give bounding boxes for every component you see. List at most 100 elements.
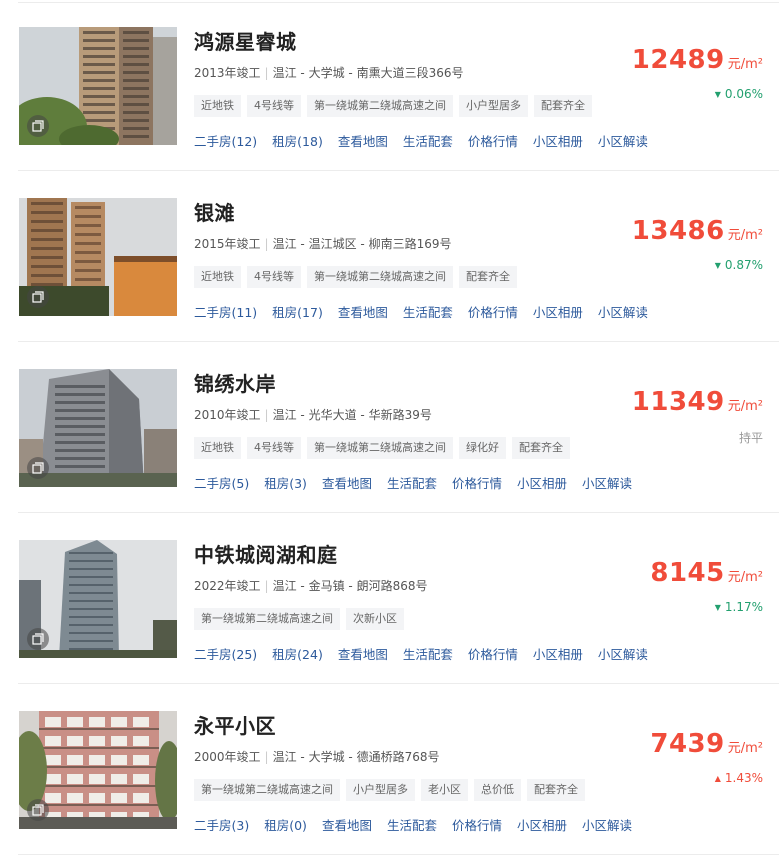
album-icon[interactable] (27, 115, 49, 137)
feature-tag: 老小区 (421, 779, 468, 801)
analysis-link[interactable]: 小区解读 (582, 476, 632, 491)
rent-link[interactable]: 租房(3) (264, 476, 307, 491)
average-price: 11349 元/m² (632, 387, 763, 417)
info-dash: - (296, 237, 309, 251)
second-hand-link[interactable]: 二手房(5) (194, 476, 249, 491)
rent-link[interactable]: 租房(0) (264, 818, 307, 833)
price-unit: 元/m² (727, 57, 763, 72)
completion-year: 2015年竣工 (194, 237, 261, 251)
amenities-link[interactable]: 生活配套 (403, 134, 453, 149)
map-link[interactable]: 查看地图 (322, 476, 372, 491)
district-link[interactable]: 温江 (273, 579, 297, 593)
analysis-link[interactable]: 小区解读 (598, 647, 648, 662)
completion-year: 2010年竣工 (194, 408, 261, 422)
community-photo[interactable] (19, 27, 177, 145)
second-hand-link[interactable]: 二手房(12) (194, 134, 257, 149)
district-link[interactable]: 温江 (273, 408, 297, 422)
feature-tag: 配套齐全 (459, 266, 517, 288)
feature-tag: 配套齐全 (512, 437, 570, 459)
amenities-link[interactable]: 生活配套 (403, 305, 453, 320)
price-trend-link[interactable]: 价格行情 (468, 305, 518, 320)
map-link[interactable]: 查看地图 (338, 647, 388, 662)
amenities-link[interactable]: 生活配套 (387, 476, 437, 491)
album-link[interactable]: 小区相册 (517, 476, 567, 491)
feature-tags: 第一绕城第二绕城高速之间 次新小区 (194, 607, 410, 630)
album-link[interactable]: 小区相册 (533, 305, 583, 320)
amenities-link[interactable]: 生活配套 (403, 647, 453, 662)
amenities-link[interactable]: 生活配套 (387, 818, 437, 833)
area-link[interactable]: 大学城 (309, 750, 345, 764)
second-hand-link[interactable]: 二手房(11) (194, 305, 257, 320)
feature-tag: 4号线等 (247, 266, 301, 288)
rent-link[interactable]: 租房(24) (272, 647, 323, 662)
average-price: 13486 元/m² (632, 216, 763, 246)
community-item: 银滩 2015年竣工 | 温江 - 温江城区 - 柳南三路169号 近地铁 4号线等 第一绕… (0, 171, 779, 342)
album-icon[interactable] (27, 286, 49, 308)
area-link[interactable]: 金马镇 (309, 579, 345, 593)
album-icon[interactable] (27, 628, 49, 650)
district-link[interactable]: 温江 (273, 66, 297, 80)
info-dash: - (296, 66, 309, 80)
street-address: 德通桥路768号 (356, 750, 440, 764)
district-link[interactable]: 温江 (273, 237, 297, 251)
price-unit: 元/m² (727, 399, 763, 414)
analysis-link[interactable]: 小区解读 (598, 134, 648, 149)
album-link[interactable]: 小区相册 (517, 818, 567, 833)
community-photo[interactable] (19, 540, 177, 658)
community-name[interactable]: 锦绣水岸 (194, 368, 276, 397)
community-info: 2015年竣工 | 温江 - 温江城区 - 柳南三路169号 (194, 235, 451, 252)
feature-tags: 近地铁 4号线等 第一绕城第二绕城高速之间 小户型居多 配套齐全 (194, 94, 598, 117)
community-photo[interactable] (19, 198, 177, 316)
info-dash: - (296, 750, 309, 764)
map-link[interactable]: 查看地图 (338, 305, 388, 320)
album-link[interactable]: 小区相册 (533, 647, 583, 662)
map-link[interactable]: 查看地图 (338, 134, 388, 149)
community-links: 二手房(25) 租房(24) 查看地图 生活配套 价格行情 小区相册 小区解读 (194, 644, 663, 663)
community-name[interactable]: 永平小区 (194, 710, 276, 739)
feature-tag: 近地铁 (194, 95, 241, 117)
area-link[interactable]: 光华大道 (309, 408, 357, 422)
street-address: 柳南三路169号 (368, 237, 452, 251)
feature-tag: 第一绕城第二绕城高速之间 (194, 608, 340, 630)
analysis-link[interactable]: 小区解读 (598, 305, 648, 320)
area-link[interactable]: 大学城 (309, 66, 345, 80)
community-name[interactable]: 鸿源星睿城 (194, 26, 297, 55)
album-link[interactable]: 小区相册 (533, 134, 583, 149)
community-item: 永平小区 2000年竣工 | 温江 - 大学城 - 德通桥路768号 第一绕城第二绕城高… (0, 684, 779, 855)
rent-link[interactable]: 租房(17) (272, 305, 323, 320)
analysis-link[interactable]: 小区解读 (582, 818, 632, 833)
street-address: 华新路39号 (368, 408, 432, 422)
second-hand-link[interactable]: 二手房(25) (194, 647, 257, 662)
community-info: 2022年竣工 | 温江 - 金马镇 - 朗河路868号 (194, 577, 427, 594)
community-photo[interactable] (19, 369, 177, 487)
rent-link[interactable]: 租房(18) (272, 134, 323, 149)
price-value: 13486 (631, 216, 725, 246)
area-link[interactable]: 温江城区 (309, 237, 357, 251)
price-change: ▼ 1.17% (715, 600, 763, 614)
feature-tag: 小户型居多 (459, 95, 528, 117)
price-trend-link[interactable]: 价格行情 (468, 134, 518, 149)
album-icon[interactable] (27, 457, 49, 479)
feature-tag: 绿化好 (459, 437, 506, 459)
feature-tags: 近地铁 4号线等 第一绕城第二绕城高速之间 配套齐全 (194, 265, 523, 288)
district-link[interactable]: 温江 (273, 750, 297, 764)
price-trend-link[interactable]: 价格行情 (452, 476, 502, 491)
community-name[interactable]: 中铁城阅湖和庭 (194, 539, 338, 568)
community-photo[interactable] (19, 711, 177, 829)
second-hand-link[interactable]: 二手房(3) (194, 818, 249, 833)
price-change-value: 持平 (738, 431, 763, 445)
arrow-down-icon: ▼ (714, 261, 721, 270)
map-link[interactable]: 查看地图 (322, 818, 372, 833)
community-name[interactable]: 银滩 (194, 197, 235, 226)
price-trend-link[interactable]: 价格行情 (468, 647, 518, 662)
arrow-up-icon: ▲ (714, 774, 721, 783)
feature-tags: 近地铁 4号线等 第一绕城第二绕城高速之间 绿化好 配套齐全 (194, 436, 576, 459)
info-dash: - (344, 579, 357, 593)
feature-tag: 近地铁 (194, 266, 241, 288)
price-value: 12489 (631, 45, 725, 75)
album-icon[interactable] (27, 799, 49, 821)
community-info: 2010年竣工 | 温江 - 光华大道 - 华新路39号 (194, 406, 432, 423)
feature-tag: 第一绕城第二绕城高速之间 (307, 437, 453, 459)
price-trend-link[interactable]: 价格行情 (452, 818, 502, 833)
info-dash: - (356, 408, 369, 422)
